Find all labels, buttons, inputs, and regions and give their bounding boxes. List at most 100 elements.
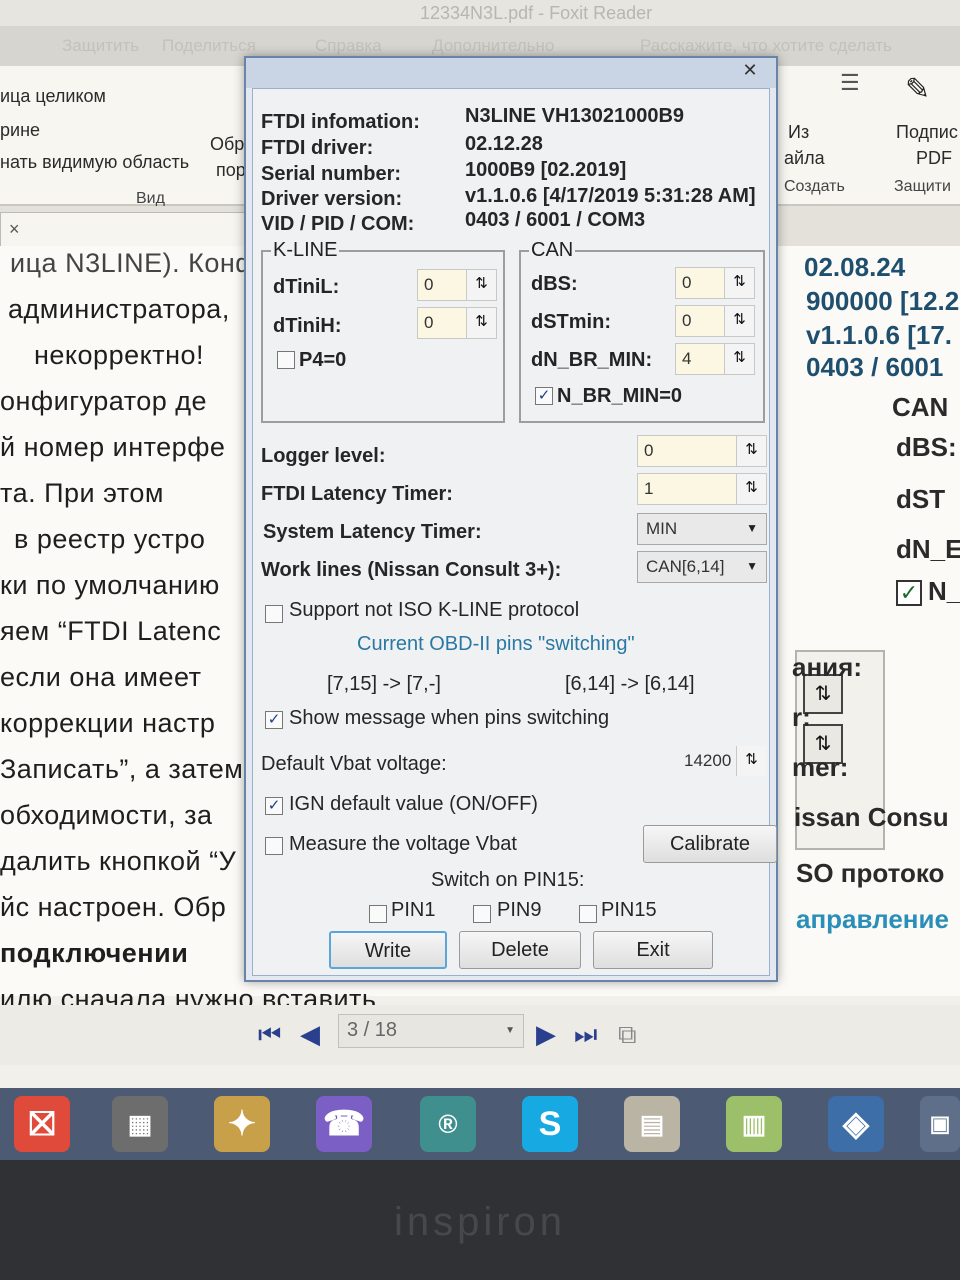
taskbar-app-calc-icon[interactable]: ▥ xyxy=(726,1096,782,1152)
spin-arrows-icon[interactable]: ⇅ xyxy=(736,746,766,776)
bg-word: SO протоко xyxy=(796,858,945,888)
measure-vbat-checkbox[interactable] xyxy=(265,837,283,855)
p4-checkbox[interactable] xyxy=(277,351,295,369)
taskbar-app-extra-icon[interactable]: ▣ xyxy=(920,1096,960,1152)
exit-button[interactable]: Exit xyxy=(593,931,713,969)
chevron-down-icon[interactable]: ▼ xyxy=(746,521,758,535)
doc-line: подключении xyxy=(0,938,189,968)
spin-arrows-icon[interactable]: ⇅ xyxy=(736,474,766,504)
bg-value: 900000 [12.2 xyxy=(806,286,960,316)
doc-line: йс настроен. Обр xyxy=(0,892,227,922)
ribbon-obr[interactable]: Обр xyxy=(210,134,244,155)
sign-pen-icon[interactable]: ✎ xyxy=(905,72,930,107)
last-page-icon[interactable]: ⏭ xyxy=(574,1019,597,1051)
kline-legend: K-LINE xyxy=(273,239,338,261)
n-br-min-label: N_BR_MIN=0 xyxy=(557,385,683,407)
taskbar-app-paint-icon[interactable]: ✦ xyxy=(214,1096,270,1152)
pin15-checkbox[interactable] xyxy=(579,905,597,923)
window-title: 12334N3L.pdf - Foxit Reader xyxy=(0,0,960,26)
bg-can-legend: CAN xyxy=(892,392,949,422)
ribbon-fit-page[interactable]: ица целиком xyxy=(0,86,106,107)
ribbon-from-file-2[interactable]: айла xyxy=(784,148,825,169)
n3line-config-dialog: ✕ FTDI infomation: N3LINE VH13021000B9 F… xyxy=(244,56,778,982)
first-page-icon[interactable]: ⏮ xyxy=(258,1019,281,1051)
ftdi-driver-value: 02.12.28 xyxy=(465,133,543,155)
spin-arrows-icon[interactable]: ⇅ xyxy=(736,436,766,466)
menu-item-extra[interactable]: Дополнительно xyxy=(432,36,554,56)
taskbar-app-foxit-icon[interactable]: ⛝ xyxy=(14,1096,70,1152)
pin1-checkbox[interactable] xyxy=(369,905,387,923)
dialog-titlebar[interactable]: ✕ xyxy=(246,58,776,88)
check-icon: ✓ xyxy=(537,387,551,404)
ribbon-por[interactable]: пор xyxy=(216,160,246,181)
dbs-spinner[interactable]: 0 ⇅ xyxy=(675,267,755,299)
ftdi-latency-spinner[interactable]: 1 ⇅ xyxy=(637,473,767,505)
spin-arrows-icon[interactable]: ⇅ xyxy=(466,270,496,300)
ribbon-sign-1[interactable]: Подпис xyxy=(896,122,958,143)
page-number-field[interactable]: 3 / 18 ▼ xyxy=(338,1014,524,1048)
logger-level-spinner[interactable]: 0 ⇅ xyxy=(637,435,767,467)
doc-line: Записать”, а затем xyxy=(0,754,244,784)
ftdi-latency-label: FTDI Latency Timer: xyxy=(261,483,453,505)
system-latency-label: System Latency Timer: xyxy=(263,521,482,543)
spin-arrows-icon[interactable]: ⇅ xyxy=(724,268,754,298)
doc-line: в реестр устро xyxy=(14,524,206,554)
close-icon[interactable]: ✕ xyxy=(732,60,768,82)
write-button[interactable]: Write xyxy=(329,931,447,969)
spin-arrows-icon[interactable]: ⇅ xyxy=(724,344,754,374)
menu-item-help[interactable]: Справка xyxy=(315,36,382,56)
n-br-min-checkbox[interactable]: ✓ xyxy=(535,387,553,405)
pin9-checkbox[interactable] xyxy=(473,905,491,923)
spin-arrows-icon[interactable]: ⇅ xyxy=(724,306,754,336)
delete-button[interactable]: Delete xyxy=(459,931,581,969)
taskbar-app-skype-icon[interactable]: S xyxy=(522,1096,578,1152)
taskbar-app-device-icon[interactable]: ▤ xyxy=(624,1096,680,1152)
show-message-checkbox[interactable]: ✓ xyxy=(265,711,283,729)
vbat-spinner[interactable]: 14200 ⇅ xyxy=(677,745,767,777)
system-latency-select[interactable]: MIN ▼ xyxy=(637,513,767,545)
work-lines-label: Work lines (Nissan Consult 3+): xyxy=(261,559,562,581)
work-lines-select[interactable]: CAN[6,14] ▼ xyxy=(637,551,767,583)
vbat-value: 14200 xyxy=(684,751,732,770)
bg-value: v1.1.0.6 [17. xyxy=(806,320,952,350)
support-kline-checkbox[interactable] xyxy=(265,605,283,623)
page-dropdown-icon[interactable]: ▼ xyxy=(505,1025,515,1036)
taskbar-app-viber-icon[interactable]: ☎ xyxy=(316,1096,372,1152)
bg-can-label: N_ xyxy=(928,576,960,606)
ftdi-info-value: N3LINE VH13021000B9 xyxy=(465,105,685,127)
ribbon-small-icon[interactable]: ☰ xyxy=(840,70,860,96)
serial-number-label: Serial number: xyxy=(261,163,402,185)
prev-page-icon[interactable]: ◀ xyxy=(300,1019,320,1050)
bg-word: аправление xyxy=(796,904,949,934)
calibrate-button[interactable]: Calibrate xyxy=(643,825,777,863)
menu-item-share[interactable]: Поделиться xyxy=(162,36,256,56)
ribbon-from-file-1[interactable]: Из xyxy=(788,122,809,143)
ftdi-driver-label: FTDI driver: xyxy=(261,137,374,159)
tell-me-search[interactable]: Расскажите, что хотите сделать xyxy=(640,36,892,56)
taskbar-app-grid-icon[interactable]: ▦ xyxy=(112,1096,168,1152)
dtinih-spinner[interactable]: 0 ⇅ xyxy=(417,307,497,339)
taskbar-app-reader-icon[interactable]: ® xyxy=(420,1096,476,1152)
ign-default-checkbox[interactable]: ✓ xyxy=(265,797,283,815)
ribbon-fit-width[interactable]: рине xyxy=(0,120,40,141)
dtinil-spinner[interactable]: 0 ⇅ xyxy=(417,269,497,301)
bg-word: r: xyxy=(792,702,811,732)
dn-br-min-spinner[interactable]: 4 ⇅ xyxy=(675,343,755,375)
ribbon-fit-visible[interactable]: нать видимую область xyxy=(0,152,189,173)
dbs-label: dBS: xyxy=(531,273,578,295)
doc-line: ки по умолчанию xyxy=(0,570,220,600)
next-page-icon[interactable]: ▶ xyxy=(536,1019,556,1050)
dstmin-spinner[interactable]: 0 ⇅ xyxy=(675,305,755,337)
doc-line: если она имеет xyxy=(0,662,202,692)
menu-item-protect[interactable]: Защитить xyxy=(62,36,139,56)
document-tab[interactable]: × xyxy=(0,212,250,246)
tab-close-icon[interactable]: × xyxy=(9,219,20,239)
ribbon-sign-2[interactable]: PDF xyxy=(916,148,952,169)
page-view-icon[interactable]: ⧉ xyxy=(618,1019,637,1051)
dstmin-value: 0 xyxy=(682,311,692,330)
chevron-down-icon[interactable]: ▼ xyxy=(746,559,758,573)
taskbar-app-box-icon[interactable]: ◈ xyxy=(828,1096,884,1152)
spin-arrows-icon[interactable]: ⇅ xyxy=(466,308,496,338)
check-icon: ✓ xyxy=(267,797,281,814)
work-lines-value: CAN[6,14] xyxy=(646,557,725,576)
